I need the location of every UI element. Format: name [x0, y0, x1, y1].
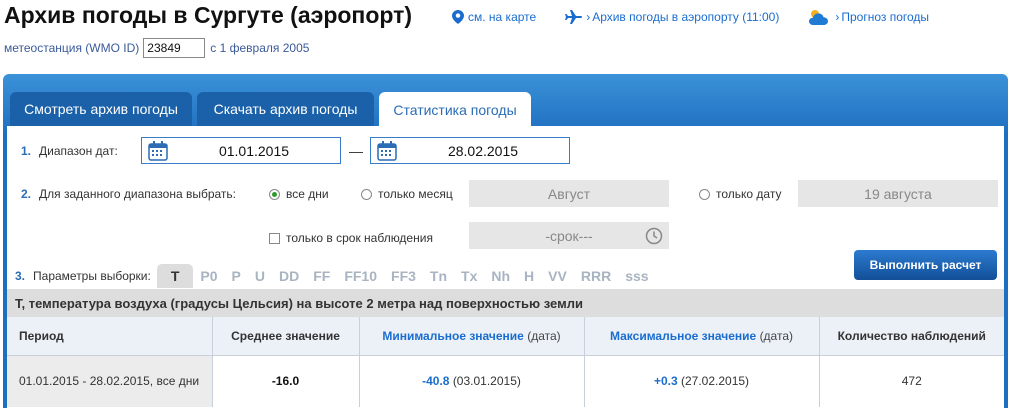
station-since: с 1 февраля 2005: [210, 41, 310, 55]
stats-content: 1. Диапазон дат: 01.01.2015 — 28.02.2015…: [7, 126, 1004, 410]
forecast-label: Прогноз погоды: [841, 10, 930, 24]
radio-button[interactable]: [269, 188, 280, 200]
param-tab-VV[interactable]: VV: [541, 264, 574, 288]
observation-time-value: -срок---: [545, 227, 593, 244]
param-tab-P[interactable]: P: [225, 264, 248, 288]
param-tab-sss[interactable]: sss: [618, 264, 655, 288]
minimum-value: -40.8: [422, 374, 450, 389]
table-header-row: Период Среднее значение Минимальное знач…: [7, 317, 1004, 356]
tab-label: Статистика погоды: [393, 102, 517, 118]
radio-button[interactable]: [361, 188, 372, 200]
wmo-id-input[interactable]: [143, 38, 206, 58]
station-info: метеостанция (WMO ID) с 1 февраля 2005: [4, 38, 309, 58]
header-minimum-date: (дата): [527, 328, 561, 343]
airport-archive-label: Архив погоды в аэропорту (11:00): [592, 10, 780, 24]
param-tab-FF[interactable]: FF: [306, 264, 337, 288]
tab-statistics[interactable]: Статистика погоды: [379, 92, 531, 128]
select-range-label: Для заданного диапазона выбрать:: [39, 187, 237, 201]
table-row: 01.01.2015 - 28.02.2015, все дни -16.0 -…: [7, 355, 1004, 407]
airplane-icon: [565, 10, 583, 24]
map-link-label: см. на карте: [468, 10, 537, 24]
param-tab-H[interactable]: H: [517, 264, 541, 288]
header-count: Количество наблюдений: [819, 317, 1004, 356]
tab-label: Скачать архив погоды: [213, 101, 358, 117]
radio-month-only[interactable]: только месяц: [361, 187, 453, 201]
date-to-value: 28.02.2015: [447, 142, 519, 159]
chevron-right-icon: ›: [586, 10, 591, 24]
statistics-table: Период Среднее значение Минимальное знач…: [7, 317, 1004, 407]
step-number: 1.: [21, 144, 32, 158]
calculate-button[interactable]: Выполнить расчет: [854, 250, 997, 280]
map-link[interactable]: см. на карте: [452, 10, 536, 24]
select-range-row: 2. Для заданного диапазона выбрать:: [21, 187, 236, 201]
radio-month-only-label: только месяц: [378, 187, 453, 201]
date-range-row: 1. Диапазон дат:: [21, 144, 118, 158]
calendar-icon[interactable]: [148, 140, 168, 161]
month-select-value: Август: [547, 185, 591, 202]
cloud-sun-icon: [809, 10, 829, 25]
map-pin-icon: [452, 10, 464, 24]
step-number: 2.: [21, 187, 32, 201]
parameters-label-group: 3. Параметры выборки:: [15, 264, 151, 288]
header-maximum-label: Максимальное значение: [609, 328, 757, 343]
radio-all-days[interactable]: все дни: [269, 187, 329, 201]
date-from-field[interactable]: 01.01.2015: [141, 137, 341, 164]
parameters-row: 3. Параметры выборки: T P0 P U DD FF FF1…: [15, 264, 656, 288]
observation-checkbox[interactable]: только в срок наблюдения: [269, 231, 433, 245]
minimum-date: (03.01.2015): [452, 374, 521, 389]
cell-count: 472: [901, 374, 922, 389]
param-tab-FF3[interactable]: FF3: [384, 264, 423, 288]
maximum-value: +0.3: [653, 374, 678, 389]
maximum-date: (27.02.2015): [680, 374, 750, 389]
parameters-label: Параметры выборки:: [33, 269, 151, 283]
param-tab-RRR[interactable]: RRR: [574, 264, 618, 288]
checkbox[interactable]: [269, 232, 280, 244]
tab-download-archive[interactable]: Скачать архив погоды: [197, 92, 374, 126]
param-tab-Tx[interactable]: Tx: [454, 264, 484, 288]
date-select-value: 19 августа: [864, 185, 932, 202]
param-tab-P0[interactable]: P0: [193, 264, 224, 288]
tab-label: Смотреть архив погоды: [24, 101, 178, 117]
date-range-label: Диапазон дат:: [39, 144, 118, 158]
param-tab-T[interactable]: T: [156, 264, 194, 288]
clock-icon: [645, 227, 663, 245]
date-dash: —: [349, 143, 363, 159]
radio-date-only[interactable]: только дату: [699, 187, 781, 201]
header-minimum-label: Минимальное значение: [382, 328, 524, 343]
header-links: см. на карте › Архив погоды в аэропорту …: [452, 8, 957, 26]
cell-period: 01.01.2015 - 28.02.2015, все дни: [7, 355, 213, 407]
observation-checkbox-label: только в срок наблюдения: [286, 231, 433, 245]
header-maximum-date: (дата): [759, 328, 794, 343]
cell-average: -16.0: [212, 355, 360, 407]
param-tab-Tn[interactable]: Tn: [423, 264, 454, 288]
cell-minimum: -40.8 (03.01.2015): [359, 355, 585, 407]
param-tab-FF10[interactable]: FF10: [337, 264, 384, 288]
param-tab-Nh[interactable]: Nh: [484, 264, 517, 288]
param-tab-DD[interactable]: DD: [272, 264, 306, 288]
radio-date-only-label: только дату: [716, 187, 782, 201]
chevron-right-icon: ›: [835, 10, 840, 24]
cell-maximum: +0.3 (27.02.2015): [584, 355, 820, 407]
forecast-link[interactable]: › Прогноз погоды: [807, 8, 929, 26]
station-label: метеостанция (WMO ID): [4, 41, 140, 55]
param-tab-U[interactable]: U: [248, 264, 272, 288]
header-average: Среднее значение: [212, 317, 360, 356]
date-to-field[interactable]: 28.02.2015: [370, 137, 570, 164]
date-from-value: 01.01.2015: [218, 142, 290, 159]
header-period: Период: [7, 317, 213, 356]
date-select[interactable]: 19 августа: [798, 180, 998, 207]
month-select[interactable]: Август: [469, 180, 669, 207]
page-title: Архив погоды в Сургуте (аэропорт): [4, 2, 413, 28]
parameter-description: T, температура воздуха (градусы Цельсия)…: [7, 289, 1004, 317]
radio-all-days-label: все дни: [286, 187, 329, 201]
calendar-icon[interactable]: [377, 140, 397, 161]
airport-archive-link[interactable]: › Архив погоды в аэропорту (11:00): [564, 10, 779, 24]
header-minimum: Минимальное значение (дата): [359, 317, 585, 356]
observation-time-select[interactable]: -срок---: [469, 222, 669, 249]
radio-button[interactable]: [699, 188, 710, 200]
step-number: 3.: [15, 269, 26, 283]
header-maximum: Максимальное значение (дата): [584, 317, 820, 356]
tab-view-archive[interactable]: Смотреть архив погоды: [10, 92, 192, 126]
